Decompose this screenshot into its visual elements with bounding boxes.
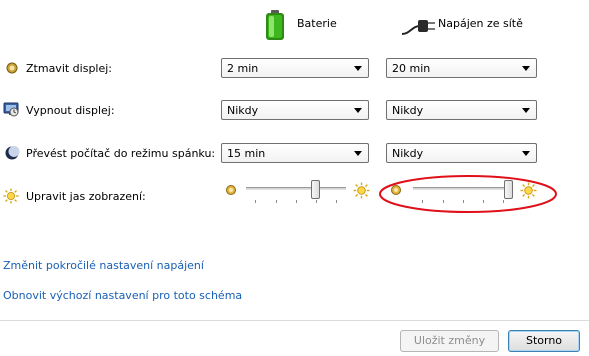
dim-display-battery-select[interactable]: 2 min [221, 58, 369, 78]
chevron-down-icon [522, 151, 530, 156]
chevron-down-icon [354, 151, 362, 156]
chevron-down-icon [354, 66, 362, 71]
battery-column-label: Baterie [297, 17, 337, 30]
brightness-label: Upravit jas zobrazení: [26, 190, 146, 203]
restore-defaults-link[interactable]: Obnovit výchozí nastavení pro toto schém… [3, 289, 242, 302]
slider-tick [276, 200, 277, 203]
display-off-battery-value: Nikdy [227, 104, 259, 117]
slider-tick [336, 200, 337, 203]
battery-icon [266, 10, 284, 40]
display-off-plugged-value: Nikdy [392, 104, 424, 117]
brightness-battery-track [246, 187, 346, 190]
sleep-battery-value: 15 min [227, 147, 266, 160]
brightness-battery-thumb[interactable] [311, 180, 320, 199]
dim-display-label: Ztmavit displej: [26, 62, 113, 75]
sleep-icon [5, 146, 20, 160]
display-off-battery-select[interactable]: Nikdy [221, 100, 369, 120]
display-off-plugged-select[interactable]: Nikdy [386, 100, 537, 120]
sleep-plugged-select[interactable]: Nikdy [386, 143, 537, 163]
brightness-battery-slider[interactable] [246, 178, 346, 206]
annotation-ellipse [379, 175, 557, 213]
dim-display-icon [6, 62, 18, 74]
power-plug-icon [401, 20, 435, 35]
chevron-down-icon [522, 66, 530, 71]
slider-tick [255, 200, 256, 203]
plugged-column-label: Napájen ze sítě [438, 17, 523, 30]
brightness-high-icon [353, 182, 370, 199]
sleep-label: Převést počítač do režimu spánku: [26, 147, 216, 160]
sleep-plugged-value: Nikdy [392, 147, 424, 160]
display-off-label: Vypnout displej: [26, 104, 115, 117]
brightness-low-icon [226, 185, 236, 195]
slider-tick [316, 200, 317, 203]
sleep-battery-select[interactable]: 15 min [221, 143, 369, 163]
advanced-settings-link[interactable]: Změnit pokročilé nastavení napájení [3, 259, 204, 272]
display-off-icon [3, 102, 19, 117]
dim-display-plugged-select[interactable]: 20 min [386, 58, 537, 78]
dim-display-battery-value: 2 min [227, 62, 259, 75]
slider-tick [296, 200, 297, 203]
dim-display-plugged-value: 20 min [392, 62, 431, 75]
cancel-button[interactable]: Storno [508, 330, 580, 352]
chevron-down-icon [522, 108, 530, 113]
brightness-icon [3, 188, 19, 204]
save-changes-button[interactable]: Uložit změny [400, 330, 499, 352]
chevron-down-icon [354, 108, 362, 113]
footer-divider [0, 320, 589, 321]
